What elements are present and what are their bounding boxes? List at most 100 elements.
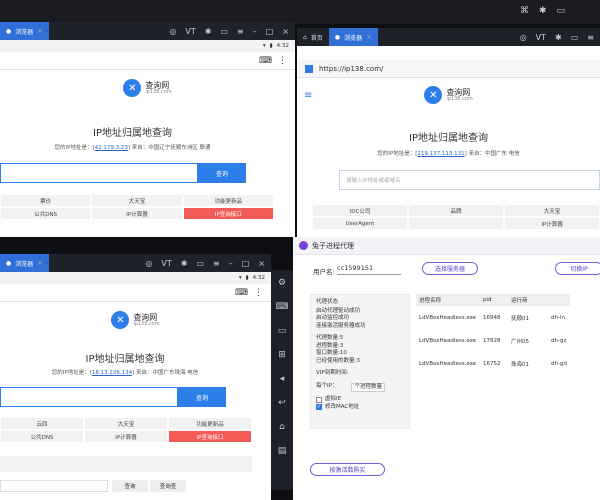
menu-icon[interactable]: ⋮ xyxy=(278,56,287,66)
url-text[interactable]: https://ip138.com/ xyxy=(319,65,383,73)
keyboard-icon[interactable]: ⌨ xyxy=(276,302,289,312)
query-button[interactable]: 查询 xyxy=(178,387,226,407)
username-field[interactable]: cc1599151 xyxy=(337,264,401,275)
grid-link[interactable]: 票价 xyxy=(0,194,92,207)
table-row[interactable]: LdVBoxHeadless.exe 16752 珠海01 dh-gd xyxy=(416,352,570,375)
close-icon[interactable]: × xyxy=(282,27,289,36)
volume-icon[interactable]: ◂ xyxy=(280,374,285,384)
ip-link[interactable]: 219.137.113.131 xyxy=(417,151,464,157)
switch-ip-button[interactable]: 切换IP xyxy=(555,262,600,275)
grid-link[interactable]: IDC公司 xyxy=(312,204,408,217)
proxy-app-window: 兔子进程代理 用户名: cc1599151 选择服务器 切换IP 代理状态 启动… xyxy=(293,237,600,500)
grid-link[interactable]: IP计算器 xyxy=(91,207,183,220)
grid-link[interactable]: 公共DNS xyxy=(0,430,84,443)
settings-icon[interactable]: ✱ xyxy=(539,6,547,16)
emulator-window-3: ● 浏览器 × ◎ VT ✱ ▭ ≡ – □ × ▾ ▮ 4:32 ⌨ ⋮ ✕ 查询网 i… xyxy=(0,254,271,500)
settings-icon[interactable]: ✱ xyxy=(555,33,562,42)
close-icon[interactable]: × xyxy=(37,259,43,267)
screen-icon[interactable]: ▭ xyxy=(278,326,287,336)
ip-info: 您的IP地址是：[42.179.3.23] 来自：中国辽宁抚顺东洲区 联通 xyxy=(54,145,211,151)
settings-icon[interactable]: ✱ xyxy=(181,259,188,268)
grid-link[interactable]: 大天宝 xyxy=(84,417,168,430)
search-input[interactable] xyxy=(0,387,178,407)
gamepad-icon[interactable]: ⌘ xyxy=(520,6,529,16)
screen-icon[interactable]: ▭ xyxy=(220,27,228,36)
grid-link[interactable]: UserAgent xyxy=(312,217,408,230)
status-line: 代理状态 xyxy=(316,299,339,305)
minimize-icon[interactable]: – xyxy=(229,259,233,268)
per-ip-row: 每个IP： 个进程数量 xyxy=(316,382,404,392)
grid-link[interactable]: 功能更新品 xyxy=(168,417,252,430)
per-ip-select[interactable]: 个进程数量 xyxy=(351,382,385,392)
select-server-button[interactable]: 选择服务器 xyxy=(422,262,478,275)
query-button[interactable]: 查询 xyxy=(198,163,246,183)
buy-button[interactable]: 按激活数购买 xyxy=(310,463,385,476)
gamepad-icon[interactable]: ◎ xyxy=(145,259,152,268)
header-cell: 运行商 xyxy=(508,294,548,306)
close-icon[interactable]: × xyxy=(366,33,372,41)
ip-link[interactable]: 42.179.3.23 xyxy=(95,145,128,151)
table-row[interactable]: LdVBoxHeadless.exe 17828 广州05 dh-gz xyxy=(416,329,570,352)
grid-link[interactable]: 品牌 xyxy=(408,204,504,217)
minimize-icon[interactable]: – xyxy=(253,27,257,36)
link-grid: IDC公司 品牌 大天宝 UserAgent IP计算器 xyxy=(312,204,600,230)
settings-icon[interactable]: ✱ xyxy=(205,27,212,36)
add-icon[interactable]: ⊞ xyxy=(278,350,286,360)
maximize-icon[interactable]: □ xyxy=(242,259,250,268)
menu-icon[interactable]: ≡ xyxy=(237,27,244,36)
checkbox-checked[interactable]: ✓ xyxy=(316,404,322,411)
grid-link[interactable]: IP计算器 xyxy=(84,430,168,443)
ip-link[interactable]: 18.13.226.134 xyxy=(92,370,132,376)
site-logo[interactable]: ✕ 查询网 ip138.com xyxy=(0,311,271,329)
search-input[interactable] xyxy=(0,163,198,183)
screen-icon[interactable]: ▭ xyxy=(557,6,566,16)
url-bar[interactable]: ⌨ ⋮ xyxy=(0,284,271,302)
menu-icon[interactable]: ≡ xyxy=(587,33,594,42)
checkbox-row[interactable]: ✓ 修改MAC地址 xyxy=(316,404,404,412)
grid-link[interactable]: 公共DNS xyxy=(0,207,92,220)
menu-icon[interactable]: ⋮ xyxy=(254,288,263,298)
keyboard-icon[interactable]: ⌨ xyxy=(235,288,248,298)
grid-link[interactable]: 大天宝 xyxy=(91,194,183,207)
tab-browser[interactable]: ● 浏览器 × xyxy=(0,254,50,272)
bottom-button-2[interactable]: 查询查 xyxy=(150,480,186,492)
screen-icon[interactable]: ▭ xyxy=(571,33,579,42)
menu-icon[interactable]: ≡ xyxy=(213,259,220,268)
host-top-bar: ⌘ ✱ ▭ xyxy=(0,0,600,24)
search-input[interactable]: 请输入IP地址或者域名 xyxy=(339,170,600,190)
site-logo[interactable]: ✕ 查询网 ip138.com xyxy=(0,79,295,97)
grid-link-active[interactable]: IP查询接口 xyxy=(182,207,274,220)
keyboard-icon[interactable]: ⌨ xyxy=(259,56,272,66)
header-cell xyxy=(548,294,570,306)
url-bar[interactable]: ⌨ ⋮ xyxy=(0,52,295,70)
recent-apps-icon[interactable]: ▤ xyxy=(278,446,287,456)
screen-icon[interactable]: ▭ xyxy=(196,259,204,268)
vt-icon[interactable]: VT xyxy=(536,33,546,42)
checkbox-row[interactable]: 虚拟IE xyxy=(316,396,404,404)
bottom-button-1[interactable]: 查询 xyxy=(112,480,148,492)
grid-link[interactable]: 大天宝 xyxy=(504,204,600,217)
site-logo[interactable]: ✕ 查询网 ip138.com xyxy=(297,86,600,104)
vt-icon[interactable]: VT xyxy=(161,259,171,268)
grid-link[interactable]: IP计算器 xyxy=(504,217,600,230)
grid-link[interactable]: 功能更新品 xyxy=(182,194,274,207)
gamepad-icon[interactable]: ◎ xyxy=(169,27,176,36)
close-icon[interactable]: × xyxy=(258,259,265,268)
settings-icon[interactable]: ⚙ xyxy=(278,278,286,288)
url-bar[interactable]: https://ip138.com/ xyxy=(297,60,600,78)
grid-link-active[interactable]: IP查询接口 xyxy=(168,430,252,443)
tab-browser[interactable]: ● 浏览器 × xyxy=(328,28,378,46)
bottom-input[interactable] xyxy=(0,480,108,492)
back-icon[interactable]: ↩ xyxy=(278,398,286,408)
maximize-icon[interactable]: □ xyxy=(266,27,274,36)
home-icon[interactable]: ⌂ xyxy=(279,422,285,432)
grid-link[interactable] xyxy=(408,217,504,230)
grid-link[interactable]: 云四 xyxy=(0,417,84,430)
tab-home[interactable]: ⌂ 首页 xyxy=(297,28,329,46)
close-icon[interactable]: × xyxy=(37,27,43,35)
table-row[interactable]: LdVBoxHeadless.exe 16948 抚顺01 dh-ln xyxy=(416,306,570,329)
gamepad-icon[interactable]: ◎ xyxy=(520,33,527,42)
tab-browser[interactable]: ● 浏览器 × xyxy=(0,22,50,40)
checkbox-unchecked[interactable] xyxy=(316,396,322,403)
vt-icon[interactable]: VT xyxy=(185,27,195,36)
